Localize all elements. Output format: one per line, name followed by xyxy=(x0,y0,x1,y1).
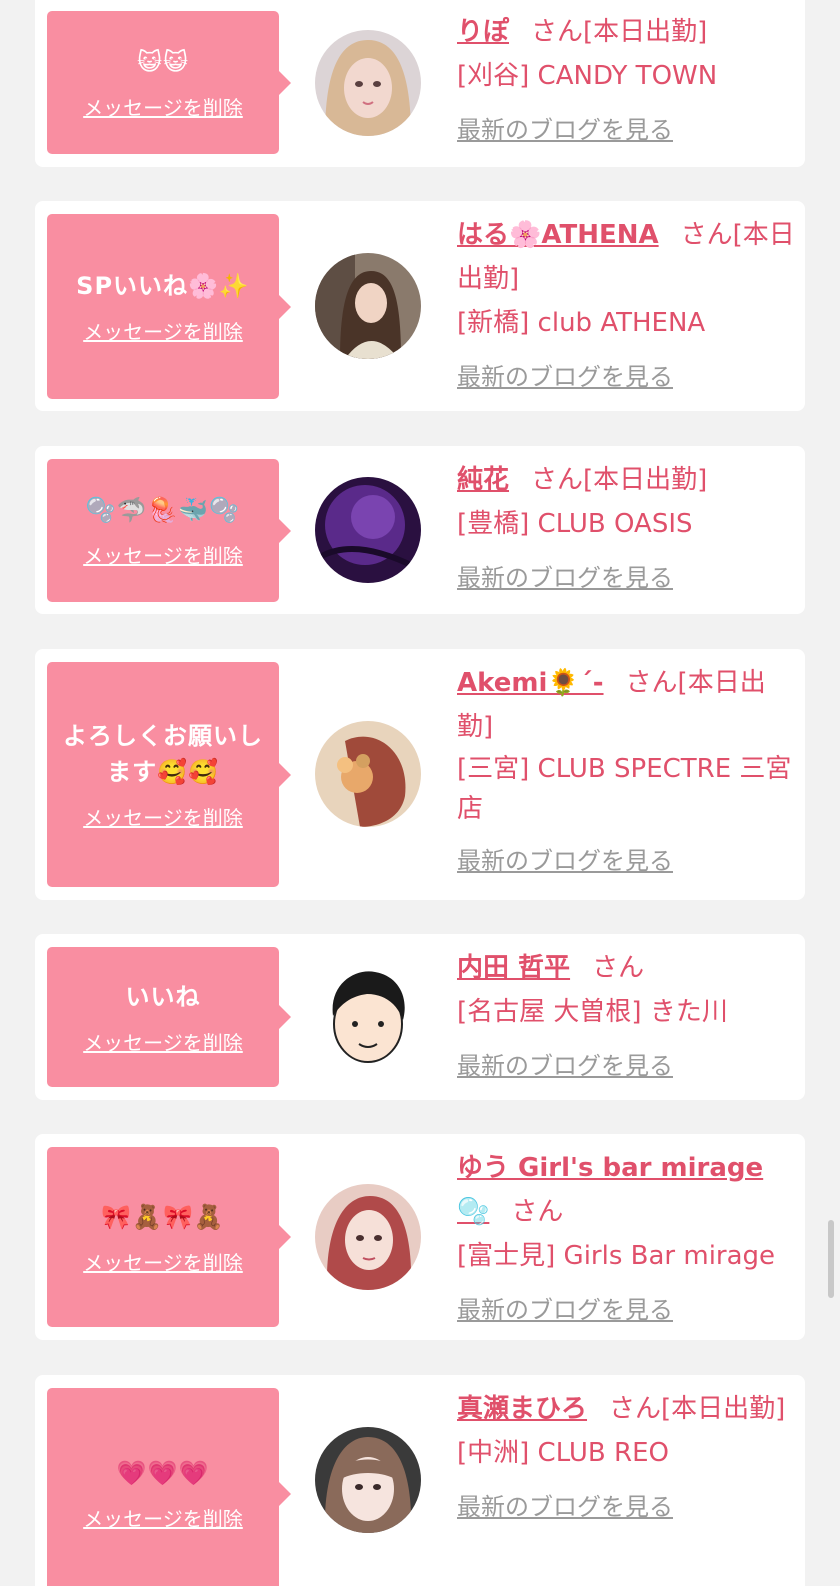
status-badge: [本日出勤] xyxy=(583,465,708,495)
view-blog-link[interactable]: 最新のブログを見る xyxy=(457,108,795,152)
store-name: [三宮] CLUB SPECTRE 三宮店 xyxy=(457,754,792,824)
avatar[interactable] xyxy=(315,253,421,359)
cast-name-link[interactable]: 内田 哲平 xyxy=(457,953,570,983)
status-badge: [本日出勤] xyxy=(661,1394,786,1424)
honorific: さん xyxy=(531,17,584,47)
honorific: さん xyxy=(609,1394,662,1424)
message-bubble: SPいいね🌸✨ メッセージを削除 xyxy=(47,214,291,399)
message-text: 🫧🦈🪼🐳🫧 xyxy=(85,496,241,524)
delete-message-link[interactable]: メッセージを削除 xyxy=(83,316,243,345)
view-blog-link[interactable]: 最新のブログを見る xyxy=(457,1044,795,1088)
store-name: [豊橋] CLUB OASIS xyxy=(457,509,693,539)
honorific: さん xyxy=(680,220,733,250)
message-bubble: 😺😺 メッセージを削除 xyxy=(47,11,291,154)
delete-message-link[interactable]: メッセージを削除 xyxy=(83,1247,243,1276)
message-bubble: いいね メッセージを削除 xyxy=(47,947,291,1087)
message-text: SPいいね🌸✨ xyxy=(76,272,250,300)
honorific: さん xyxy=(531,465,584,495)
cast-name-link[interactable]: はる🌸ATHENA xyxy=(457,220,659,250)
honorific: さん xyxy=(625,668,678,698)
list-item: 🎀🧸🎀🧸 メッセージを削除 ゆう Girl's bar mirage 🫧 さん [… xyxy=(35,1134,805,1340)
message-bubble: 🫧🦈🪼🐳🫧 メッセージを削除 xyxy=(47,459,291,602)
message-text: よろしくお願いします🥰🥰 xyxy=(63,722,263,786)
delete-message-link[interactable]: メッセージを削除 xyxy=(83,802,243,831)
cast-info: りぽ さん[本日出勤] [刈谷] CANDY TOWN 最新のブログを見る xyxy=(457,10,795,152)
store-name: [刈谷] CANDY TOWN xyxy=(457,61,718,91)
view-blog-link[interactable]: 最新のブログを見る xyxy=(457,839,795,883)
cast-name-link[interactable]: Akemi🌻´- xyxy=(457,668,604,698)
avatar-photo xyxy=(315,477,421,583)
avatar[interactable] xyxy=(315,477,421,583)
avatar[interactable] xyxy=(315,1427,421,1533)
avatar[interactable] xyxy=(315,964,421,1070)
avatar-photo xyxy=(315,721,421,827)
list-item: SPいいね🌸✨ メッセージを削除 はる🌸ATHENA さん[本日出勤] [新橋] … xyxy=(35,201,805,411)
view-blog-link[interactable]: 最新のブログを見る xyxy=(457,556,795,600)
list-item: よろしくお願いします🥰🥰 メッセージを削除 Akemi🌻´- さん[本日出勤] [… xyxy=(35,649,805,900)
honorific: さん xyxy=(592,953,645,983)
store-name: [中洲] CLUB REO xyxy=(457,1438,669,1468)
list-item: 😺😺 メッセージを削除 りぽ さん[本日出勤] [刈谷] CANDY TOWN 最… xyxy=(35,0,805,167)
list-item: 💗💗💗 メッセージを削除 真瀬まひろ さん[本日出勤] [中洲] CLUB REO… xyxy=(35,1375,805,1586)
cast-name-link[interactable]: 真瀬まひろ xyxy=(457,1394,587,1424)
view-blog-link[interactable]: 最新のブログを見る xyxy=(457,1288,795,1332)
delete-message-link[interactable]: メッセージを削除 xyxy=(83,1027,243,1056)
avatar[interactable] xyxy=(315,1184,421,1290)
cast-name-link[interactable]: りぽ xyxy=(457,17,509,47)
delete-message-link[interactable]: メッセージを削除 xyxy=(83,92,243,121)
message-text: いいね xyxy=(125,982,201,1011)
avatar[interactable] xyxy=(315,721,421,827)
message-bubble: 💗💗💗 メッセージを削除 xyxy=(47,1388,291,1586)
cast-info: はる🌸ATHENA さん[本日出勤] [新橋] club ATHENA 最新のブロ… xyxy=(457,213,795,399)
message-bubble: 🎀🧸🎀🧸 メッセージを削除 xyxy=(47,1147,291,1327)
scrollbar[interactable] xyxy=(828,1220,834,1298)
view-blog-link[interactable]: 最新のブログを見る xyxy=(457,1485,795,1529)
cast-info: Akemi🌻´- さん[本日出勤] [三宮] CLUB SPECTRE 三宮店 最… xyxy=(457,661,795,883)
message-text: 💗💗💗 xyxy=(116,1459,210,1487)
avatar-photo xyxy=(315,1184,421,1290)
message-text: 😺😺 xyxy=(136,48,190,76)
cast-name-link[interactable]: ゆう Girl's bar mirage 🫧 xyxy=(457,1153,763,1227)
avatar-photo xyxy=(315,1427,421,1533)
avatar-photo xyxy=(315,964,421,1070)
store-name: [名古屋 大曽根] きた川 xyxy=(457,997,728,1027)
avatar-photo xyxy=(315,253,421,359)
delete-message-link[interactable]: メッセージを削除 xyxy=(83,1503,243,1532)
avatar[interactable] xyxy=(315,30,421,136)
cast-info: 内田 哲平 さん [名古屋 大曽根] きた川 最新のブログを見る xyxy=(457,946,795,1088)
store-name: [新橋] club ATHENA xyxy=(457,308,706,338)
cast-name-link[interactable]: 純花 xyxy=(457,465,509,495)
message-list: 😺😺 メッセージを削除 りぽ さん[本日出勤] [刈谷] CANDY TOWN 最… xyxy=(0,0,840,1586)
cast-info: 真瀬まひろ さん[本日出勤] [中洲] CLUB REO 最新のブログを見る xyxy=(457,1387,795,1529)
avatar-photo xyxy=(315,30,421,136)
message-text: 🎀🧸🎀🧸 xyxy=(101,1202,225,1231)
status-badge: [本日出勤] xyxy=(583,17,708,47)
store-name: [富士見] Girls Bar mirage xyxy=(457,1241,776,1271)
delete-message-link[interactable]: メッセージを削除 xyxy=(83,540,243,569)
list-item: いいね メッセージを削除 内田 哲平 さん [名古屋 大曽根] きた川 最新のブロ… xyxy=(35,934,805,1100)
list-item: 🫧🦈🪼🐳🫧 メッセージを削除 純花 さん[本日出勤] [豊橋] CLUB OASI… xyxy=(35,446,805,614)
honorific: さん xyxy=(511,1197,564,1227)
cast-info: 純花 さん[本日出勤] [豊橋] CLUB OASIS 最新のブログを見る xyxy=(457,458,795,600)
message-bubble: よろしくお願いします🥰🥰 メッセージを削除 xyxy=(47,662,291,887)
cast-info: ゆう Girl's bar mirage 🫧 さん [富士見] Girls Bar… xyxy=(457,1146,795,1332)
view-blog-link[interactable]: 最新のブログを見る xyxy=(457,355,795,399)
